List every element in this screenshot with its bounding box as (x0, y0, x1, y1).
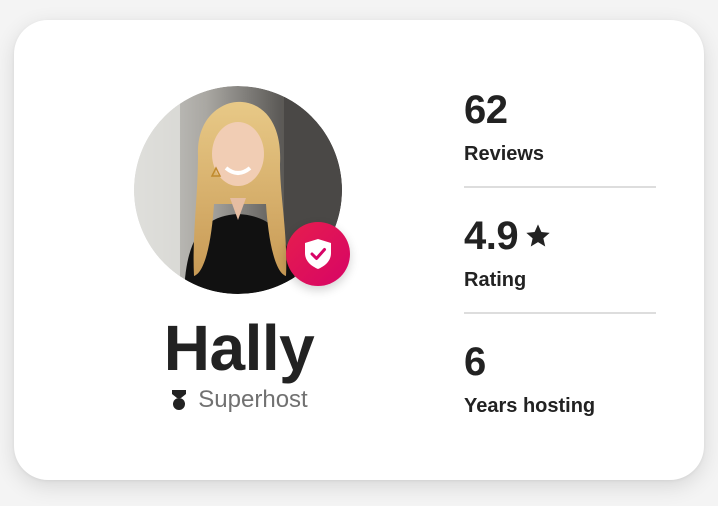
host-identity: Hally Superhost (134, 86, 350, 413)
superhost-text: Superhost (198, 386, 308, 413)
stat-value: 62 (464, 86, 656, 134)
stat-label: Rating (464, 269, 527, 291)
stat-value: 6 (464, 338, 656, 386)
verified-badge (286, 222, 350, 286)
host-name: Hally (163, 312, 315, 384)
rating-value: 4.9 (464, 214, 519, 258)
years-hosting-value: 6 (464, 340, 486, 384)
stat-label: Years hosting (464, 395, 596, 417)
superhost-label: Superhost (134, 386, 344, 414)
stat-reviews[interactable]: 62 Reviews (464, 86, 656, 188)
host-stats: 62 Reviews 4.9 Rating 6 Years hosting (464, 86, 656, 438)
stat-value: 4.9 (464, 212, 656, 260)
reviews-count: 62 (464, 88, 508, 132)
stat-rating[interactable]: 4.9 Rating (464, 212, 656, 314)
avatar-container (134, 86, 350, 294)
stat-label: Reviews (464, 143, 545, 165)
host-profile-card: Hally Superhost 62 Reviews 4.9 Rating 6 … (14, 20, 704, 480)
superhost-medal-icon (172, 390, 187, 410)
stat-years-hosting[interactable]: 6 Years hosting (464, 338, 656, 438)
star-icon (526, 224, 550, 247)
shield-check-icon (305, 239, 331, 269)
